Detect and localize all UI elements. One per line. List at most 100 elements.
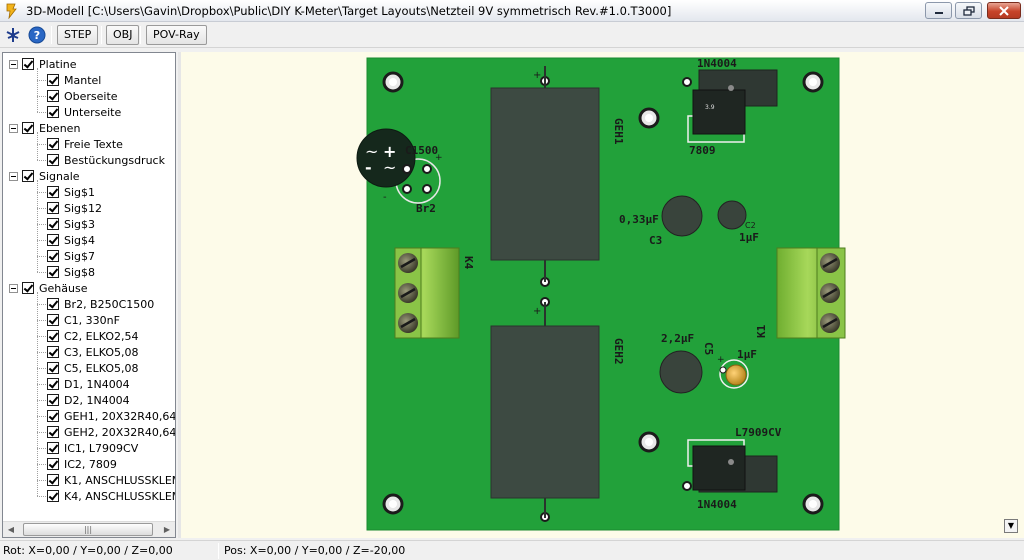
collapse-toggle-icon[interactable]: [9, 171, 18, 181]
tree-item-label: Sig$3: [64, 217, 96, 231]
group-checkbox[interactable]: [22, 282, 34, 294]
capacitor-c5: [659, 350, 703, 394]
item-checkbox[interactable]: [47, 266, 59, 278]
tree-item-row[interactable]: IC1, L7909CV: [47, 440, 138, 456]
povray-button[interactable]: POV-Ray: [146, 25, 207, 45]
tree-item-row[interactable]: C1, 330nF: [47, 312, 120, 328]
item-checkbox[interactable]: [47, 138, 59, 150]
step-button[interactable]: STEP: [57, 25, 99, 45]
pcb-3d-view[interactable]: + + GEH1 GEH2 ~ + - ~ C1500 Br2 - + 3.9: [181, 52, 1024, 538]
tree-group-row[interactable]: Ebenen: [9, 120, 80, 136]
item-checkbox[interactable]: [47, 394, 59, 406]
collapse-toggle-icon[interactable]: [9, 123, 18, 133]
tree-item-row[interactable]: Mantel: [47, 72, 101, 88]
tree-connector: [37, 432, 46, 433]
tree-connector: [37, 368, 46, 369]
tree-item-row[interactable]: C2, ELKO2,54: [47, 328, 139, 344]
item-checkbox[interactable]: [47, 234, 59, 246]
view-menu-chevron-icon[interactable]: ▼: [1004, 519, 1018, 533]
tree-item-row[interactable]: Sig$3: [47, 216, 95, 232]
item-checkbox[interactable]: [47, 362, 59, 374]
tree-item-label: Sig$7: [64, 249, 96, 263]
item-checkbox[interactable]: [47, 202, 59, 214]
help-icon[interactable]: ?: [28, 26, 46, 44]
tree-item-row[interactable]: C3, ELKO5,08: [47, 344, 139, 360]
label-d1: 1N4004: [697, 57, 737, 70]
tree-item-row[interactable]: D2, 1N4004: [47, 392, 130, 408]
tree-group-row[interactable]: Gehäuse: [9, 280, 87, 296]
pin-icon[interactable]: [4, 26, 22, 44]
item-checkbox[interactable]: [47, 346, 59, 358]
tree-item-label: Oberseite: [64, 89, 118, 103]
tree-group-label: Gehäuse: [39, 281, 88, 295]
tree-item-row[interactable]: Sig$12: [47, 200, 102, 216]
tree-item-row[interactable]: GEH1, 20X32R40,64_E: [47, 408, 175, 424]
tree-item-row[interactable]: GEH2, 20X32R40,64_E: [47, 424, 175, 440]
tree-item-row[interactable]: Freie Texte: [47, 136, 123, 152]
tree-item-row[interactable]: Sig$1: [47, 184, 95, 200]
title-bar: 3D-Modell [C:\Users\Gavin\Dropbox\Public…: [0, 0, 1024, 22]
label-plus: +: [533, 306, 541, 317]
item-checkbox[interactable]: [47, 458, 59, 470]
tree-item-row[interactable]: Br2, B250C1500: [47, 296, 154, 312]
tree-item-row[interactable]: Unterseite: [47, 104, 121, 120]
tree-group-row[interactable]: Platine: [9, 56, 77, 72]
tree-item-row[interactable]: Sig$8: [47, 264, 95, 280]
item-checkbox[interactable]: [47, 490, 59, 502]
item-checkbox[interactable]: [47, 154, 59, 166]
restore-icon: [962, 5, 975, 16]
tree-item-label: C1, 330nF: [64, 313, 120, 327]
restore-button[interactable]: [955, 2, 982, 19]
tree-item-row[interactable]: IC2, 7809: [47, 456, 117, 472]
item-checkbox[interactable]: [47, 298, 59, 310]
layer-tree: Platine Mantel Oberseite Unterseite Ebenen Fr…: [2, 52, 176, 538]
capacitor-c3: [661, 195, 703, 237]
close-button[interactable]: [987, 2, 1021, 19]
tree-connector: [37, 304, 46, 305]
obj-button[interactable]: OBJ: [106, 25, 140, 45]
tree-item-row[interactable]: Sig$4: [47, 232, 95, 248]
minimize-button[interactable]: [925, 2, 952, 19]
tree-connector: [37, 464, 46, 465]
tree-item-row[interactable]: Oberseite: [47, 88, 118, 104]
tree-group-row[interactable]: Signale: [9, 168, 80, 184]
item-checkbox[interactable]: [47, 378, 59, 390]
scroll-thumb[interactable]: |||: [23, 523, 153, 536]
item-checkbox[interactable]: [47, 250, 59, 262]
tree-item-row[interactable]: K1, ANSCHLUSSKLEM: [47, 472, 175, 488]
item-checkbox[interactable]: [47, 410, 59, 422]
item-checkbox[interactable]: [47, 426, 59, 438]
collapse-toggle-icon[interactable]: [9, 59, 18, 69]
item-checkbox[interactable]: [47, 218, 59, 230]
label-d2: 1N4004: [697, 498, 737, 511]
collapse-toggle-icon[interactable]: [9, 283, 18, 293]
tree-item-row[interactable]: D1, 1N4004: [47, 376, 130, 392]
tree-item-row[interactable]: K4, ANSCHLUSSKLEM: [47, 488, 175, 504]
scroll-right-icon[interactable]: ▶: [159, 522, 175, 537]
tree-connector: [37, 160, 46, 161]
tree-horizontal-scrollbar[interactable]: ◀ ||| ▶: [3, 521, 175, 537]
tree-item-row[interactable]: Bestückungsdruck: [47, 152, 165, 168]
svg-text:-: -: [365, 158, 372, 177]
item-checkbox[interactable]: [47, 106, 59, 118]
group-checkbox[interactable]: [22, 58, 34, 70]
tree-connector: [37, 400, 46, 401]
scroll-left-icon[interactable]: ◀: [3, 522, 19, 537]
item-checkbox[interactable]: [47, 330, 59, 342]
item-checkbox[interactable]: [47, 442, 59, 454]
tree-item-row[interactable]: Sig$7: [47, 248, 95, 264]
item-checkbox[interactable]: [47, 186, 59, 198]
item-checkbox[interactable]: [47, 314, 59, 326]
item-checkbox[interactable]: [47, 474, 59, 486]
tree-item-label: C5, ELKO5,08: [64, 361, 139, 375]
3d-viewport[interactable]: + + GEH1 GEH2 ~ + - ~ C1500 Br2 - + 3.9: [181, 52, 1024, 538]
tree-item-row[interactable]: C5, ELKO5,08: [47, 360, 139, 376]
label-c5-value: 2,2µF: [661, 332, 694, 345]
item-checkbox[interactable]: [47, 74, 59, 86]
tree-connector: [37, 208, 46, 209]
group-checkbox[interactable]: [22, 122, 34, 134]
item-checkbox[interactable]: [47, 90, 59, 102]
group-checkbox[interactable]: [22, 170, 34, 182]
tree-item-label: Sig$8: [64, 265, 96, 279]
label-c2-value: 1µF: [739, 231, 759, 244]
